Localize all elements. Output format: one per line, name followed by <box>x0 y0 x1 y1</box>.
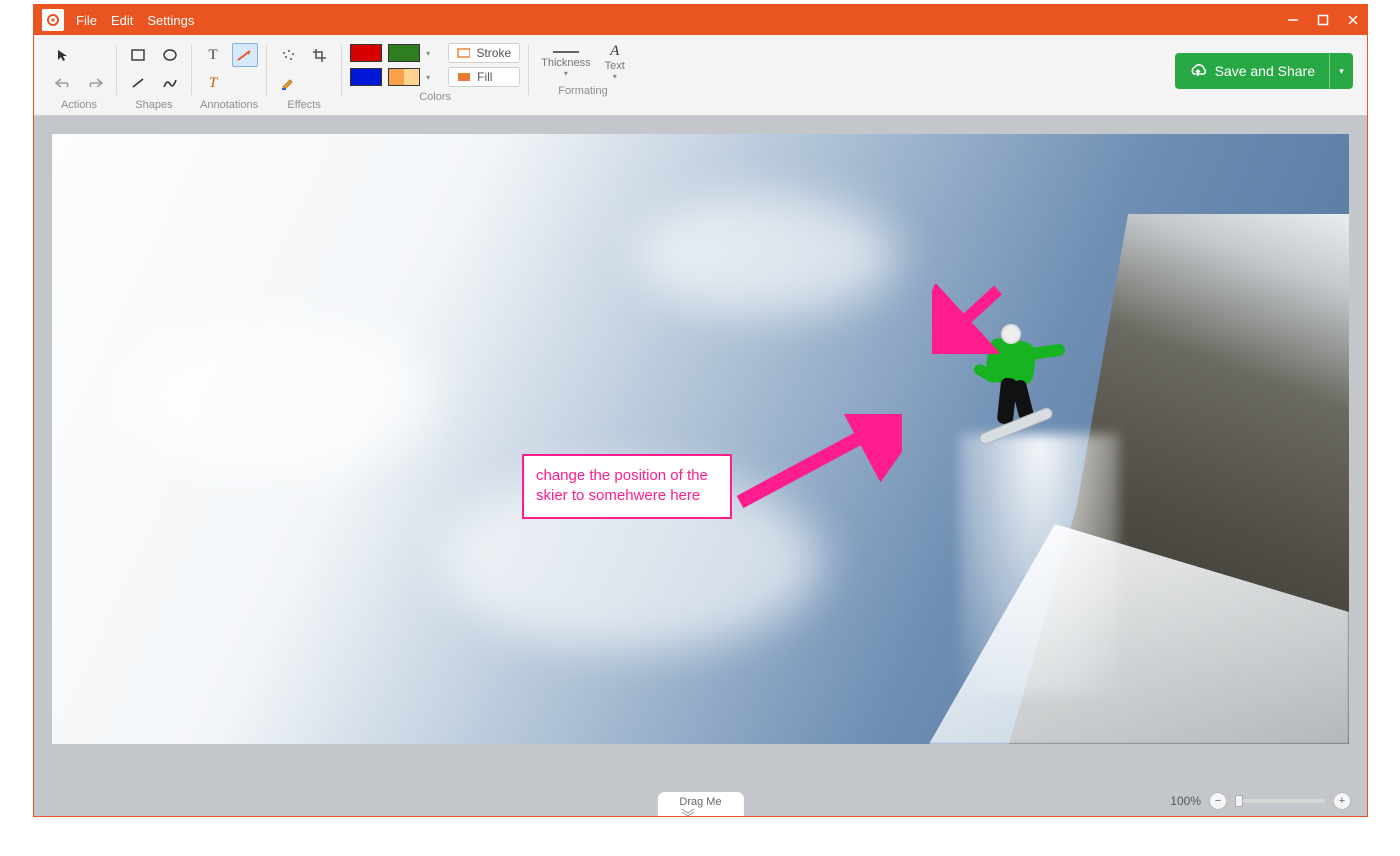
crop-tool[interactable] <box>307 43 333 67</box>
group-annotations: T T Annotations <box>192 39 266 115</box>
rectangle-tool[interactable] <box>125 43 151 67</box>
highlighter-tool[interactable] <box>275 71 301 95</box>
cloud <box>117 317 437 477</box>
group-formating-label: Formating <box>558 85 608 97</box>
fill-icon <box>457 72 471 82</box>
chevron-down-icon: ▾ <box>564 69 568 78</box>
group-annotations-label: Annotations <box>200 99 258 111</box>
group-actions: Actions <box>42 39 116 115</box>
menu-bar: File Edit Settings <box>76 13 194 28</box>
zoom-slider-thumb[interactable] <box>1235 795 1243 807</box>
freehand-tool[interactable] <box>157 71 183 95</box>
text-highlight-tool[interactable]: T <box>200 71 226 95</box>
redo-button[interactable] <box>82 71 108 95</box>
stroke-label: Stroke <box>476 46 511 60</box>
app-logo-icon <box>42 9 64 31</box>
text-tool[interactable]: T <box>200 43 226 67</box>
save-and-share-button[interactable]: Save and Share ▾ <box>1175 53 1353 89</box>
group-colors: ▾ Stroke ▾ Fill <box>342 39 528 115</box>
annotation-text: change the position of the skier to some… <box>536 467 708 504</box>
menu-edit[interactable]: Edit <box>111 13 133 28</box>
drag-label: Drag Me <box>679 796 721 808</box>
blur-tool[interactable] <box>275 43 301 67</box>
thickness-dropdown[interactable]: Thickness ▾ <box>537 47 595 78</box>
text-format-label: Text <box>605 60 625 72</box>
chevron-down-icon: ▾ <box>613 72 617 81</box>
drag-handle[interactable]: Drag Me <box>656 791 744 816</box>
fill-button[interactable]: Fill <box>448 67 520 87</box>
group-effects-label: Effects <box>287 99 320 111</box>
thickness-label: Thickness <box>541 57 591 69</box>
thickness-icon <box>551 47 581 57</box>
color-swatch-red[interactable] <box>350 44 382 62</box>
ellipse-tool[interactable] <box>157 43 183 67</box>
close-icon[interactable] <box>1347 14 1359 26</box>
annotation-text-box[interactable]: change the position of the skier to some… <box>522 454 732 519</box>
canvas[interactable]: change the position of the skier to some… <box>52 134 1349 744</box>
color-swatch-orange[interactable] <box>388 68 420 86</box>
stroke-icon <box>457 48 470 58</box>
minimize-icon[interactable] <box>1287 14 1299 26</box>
zoom-level: 100% <box>1170 794 1201 808</box>
group-shapes: Shapes <box>117 39 191 115</box>
menu-file[interactable]: File <box>76 13 97 28</box>
ribbon: Actions Shapes T <box>34 35 1367 116</box>
group-formating: Thickness ▾ A Text ▾ Formating <box>529 39 637 115</box>
app-window: File Edit Settings Actions <box>33 4 1368 817</box>
text-icon: A <box>610 43 619 60</box>
color-swatch-green[interactable] <box>388 44 420 62</box>
save-dropdown-icon[interactable]: ▾ <box>1329 53 1353 89</box>
group-effects: Effects <box>267 39 341 115</box>
zoom-in-button[interactable]: + <box>1333 792 1351 810</box>
fill-color-dropdown-icon[interactable]: ▾ <box>426 73 430 82</box>
pointer-tool[interactable] <box>50 43 76 67</box>
cloud-upload-icon <box>1189 63 1207 79</box>
workspace: change the position of the skier to some… <box>34 116 1367 816</box>
annotation-arrow-large[interactable] <box>732 414 902 514</box>
chevron-down-double-icon <box>679 808 695 816</box>
undo-button[interactable] <box>50 71 76 95</box>
maximize-icon[interactable] <box>1317 14 1329 26</box>
group-colors-label: Colors <box>419 91 451 103</box>
stroke-button[interactable]: Stroke <box>448 43 520 63</box>
group-shapes-label: Shapes <box>135 99 172 111</box>
window-controls <box>1287 14 1359 26</box>
annotation-arrow-small[interactable] <box>932 284 1012 354</box>
save-button-label: Save and Share <box>1215 63 1315 79</box>
arrow-tool[interactable] <box>232 43 258 67</box>
fill-label: Fill <box>477 70 492 84</box>
stroke-color-dropdown-icon[interactable]: ▾ <box>426 49 430 58</box>
text-format-dropdown[interactable]: A Text ▾ <box>601 43 629 81</box>
title-bar: File Edit Settings <box>34 5 1367 35</box>
cloud <box>636 195 896 315</box>
group-actions-label: Actions <box>61 99 97 111</box>
menu-settings[interactable]: Settings <box>147 13 194 28</box>
zoom-slider[interactable] <box>1235 799 1325 803</box>
color-swatch-blue[interactable] <box>350 68 382 86</box>
status-bar: 100% − + <box>1170 792 1351 810</box>
zoom-out-button[interactable]: − <box>1209 792 1227 810</box>
line-tool[interactable] <box>125 71 151 95</box>
